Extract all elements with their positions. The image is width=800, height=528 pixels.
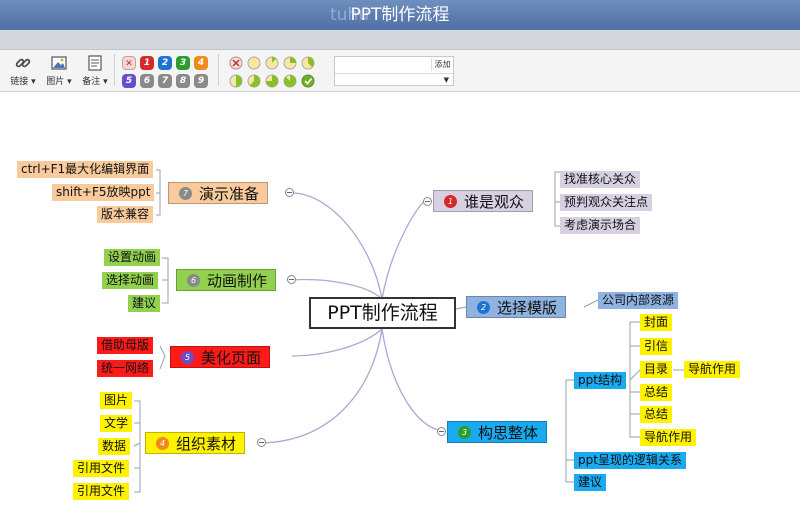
- priority-2-icon[interactable]: 2: [158, 56, 172, 70]
- priority-5-icon: 5: [181, 351, 194, 364]
- leaf-choose-animation[interactable]: 选择动画: [102, 272, 159, 289]
- leaf-compatibility[interactable]: 版本兼容: [97, 206, 154, 223]
- tag-editor: 添加 ▼: [334, 56, 454, 86]
- priority-7-icon: 7: [179, 187, 192, 200]
- leaf-navigation[interactable]: 导航作用: [640, 429, 697, 446]
- leaf-internal-resources[interactable]: 公司内部资源: [598, 292, 679, 309]
- toolbar: 链接 ▾ 图片 ▾ 备注 ▾ ✕ 1 2 3 4 5 6 7 8 9 添加 ▼: [0, 50, 800, 92]
- leaf-audience-focus[interactable]: 预判观众关注点: [560, 194, 653, 211]
- priority-1-icon[interactable]: 1: [140, 56, 154, 70]
- progress-1-icon[interactable]: [265, 56, 279, 70]
- topic-structure[interactable]: 3 构思整体: [447, 421, 548, 443]
- image-label: 图片 ▾: [46, 77, 72, 87]
- collapse-toggle-icon[interactable]: [437, 427, 446, 436]
- collapse-toggle-icon[interactable]: [285, 188, 294, 197]
- image-button[interactable]: 图片 ▾: [42, 54, 76, 88]
- note-button[interactable]: 备注 ▾: [78, 54, 112, 88]
- leaf-ppt-structure[interactable]: ppt结构: [574, 372, 626, 389]
- priority-9-icon[interactable]: 9: [194, 74, 208, 88]
- link-button[interactable]: 链接 ▾: [6, 54, 40, 88]
- priority-4-icon[interactable]: 4: [194, 56, 208, 70]
- progress-4-icon[interactable]: [229, 74, 243, 88]
- tag-input[interactable]: [337, 59, 429, 71]
- topic-template[interactable]: 2 选择模版: [466, 296, 567, 318]
- topic-beautify-label: 美化页面: [201, 349, 262, 367]
- note-label: 备注 ▾: [82, 77, 108, 87]
- topic-structure-label: 构思整体: [478, 424, 539, 442]
- progress-7-icon[interactable]: [283, 74, 297, 88]
- priority-2-icon: 2: [477, 301, 490, 314]
- leaf-occasion[interactable]: 考虑演示场合: [560, 217, 641, 234]
- topic-animation[interactable]: 6 动画制作: [176, 269, 277, 291]
- link-label: 链接 ▾: [10, 77, 36, 87]
- topic-material-label: 组织素材: [176, 435, 237, 453]
- root-topic[interactable]: PPT制作流程: [309, 297, 456, 329]
- leaf-cover[interactable]: 封面: [640, 314, 673, 331]
- leaf-images[interactable]: 图片: [100, 392, 133, 409]
- progress-done-icon[interactable]: [301, 74, 315, 88]
- topic-audience[interactable]: 1 谁是观众: [433, 190, 534, 212]
- priority-5-icon[interactable]: 5: [122, 74, 136, 88]
- priority-6-icon[interactable]: 6: [140, 74, 154, 88]
- leaf-structure-advice[interactable]: 建议: [574, 474, 607, 491]
- leaf-ctrl-f1[interactable]: ctrl+F1最大化编辑界面: [17, 161, 154, 178]
- priority-3-icon: 3: [458, 426, 471, 439]
- window-titlebar: tuhu PPT制作流程: [0, 0, 800, 30]
- leaf-unify-grid[interactable]: 统一网络: [97, 360, 154, 377]
- leaf-reference-2[interactable]: 引用文件: [73, 483, 130, 500]
- toolbar-separator: [218, 54, 219, 86]
- toolbar-separator: [114, 54, 115, 86]
- link-icon: [15, 58, 31, 68]
- priority-8-icon[interactable]: 8: [176, 74, 190, 88]
- leaf-summary-2[interactable]: 总结: [640, 406, 673, 423]
- leaf-animation-advice[interactable]: 建议: [128, 295, 161, 312]
- progress-2-icon[interactable]: [283, 56, 297, 70]
- priority-6-icon: 6: [187, 274, 200, 287]
- leaf-data[interactable]: 数据: [98, 438, 131, 455]
- tag-select-dropdown[interactable]: ▼: [335, 73, 453, 86]
- topic-audience-label: 谁是观众: [464, 193, 525, 211]
- leaf-reference-1[interactable]: 引用文件: [73, 460, 130, 477]
- leaf-core-audience[interactable]: 找准核心关众: [560, 171, 641, 188]
- ribbon-tab-strip: [0, 30, 800, 50]
- leaf-set-animation[interactable]: 设置动画: [104, 249, 161, 266]
- collapse-toggle-icon[interactable]: [423, 197, 432, 206]
- leaf-toc-navigation[interactable]: 导航作用: [684, 361, 741, 378]
- priority-remove-icon[interactable]: ✕: [122, 56, 136, 70]
- topic-animation-label: 动画制作: [207, 272, 268, 290]
- progress-6-icon[interactable]: [265, 74, 279, 88]
- progress-icons: [229, 56, 315, 88]
- progress-remove-icon[interactable]: [229, 56, 243, 70]
- progress-5-icon[interactable]: [247, 74, 261, 88]
- mindmap-canvas: PPT制作流程 1 谁是观众 找准核心关众 预判观众关注点 考虑演示场合 2 选…: [0, 93, 800, 528]
- topic-material[interactable]: 4 组织素材: [145, 432, 246, 454]
- image-icon: [51, 56, 67, 70]
- priority-3-icon[interactable]: 3: [176, 56, 190, 70]
- leaf-summary-1[interactable]: 总结: [640, 384, 673, 401]
- leaf-intro[interactable]: 引信: [640, 338, 673, 355]
- topic-prepare[interactable]: 7 演示准备: [168, 182, 269, 204]
- progress-0-icon[interactable]: [247, 56, 261, 70]
- collapse-toggle-icon[interactable]: [257, 438, 266, 447]
- leaf-logic[interactable]: ppt呈现的逻辑关系: [574, 452, 686, 469]
- topic-template-label: 选择模版: [497, 299, 558, 317]
- chevron-down-icon: ▼: [443, 76, 449, 84]
- priority-1-icon: 1: [444, 195, 457, 208]
- tag-add-button[interactable]: 添加: [431, 58, 453, 71]
- topic-beautify[interactable]: 5 美化页面: [170, 346, 271, 368]
- collapse-toggle-icon[interactable]: [287, 275, 296, 284]
- leaf-toc[interactable]: 目录: [640, 361, 673, 378]
- leaf-master-slide[interactable]: 借助母版: [97, 337, 154, 354]
- leaf-text[interactable]: 文学: [100, 415, 133, 432]
- topic-prepare-label: 演示准备: [199, 185, 260, 203]
- priority-7-icon[interactable]: 7: [158, 74, 172, 88]
- leaf-shift-f5[interactable]: shift+F5放映ppt: [52, 184, 155, 201]
- priority-4-icon: 4: [156, 437, 169, 450]
- watermark: tuhu: [330, 5, 369, 25]
- progress-3-icon[interactable]: [301, 56, 315, 70]
- note-icon: [88, 55, 102, 71]
